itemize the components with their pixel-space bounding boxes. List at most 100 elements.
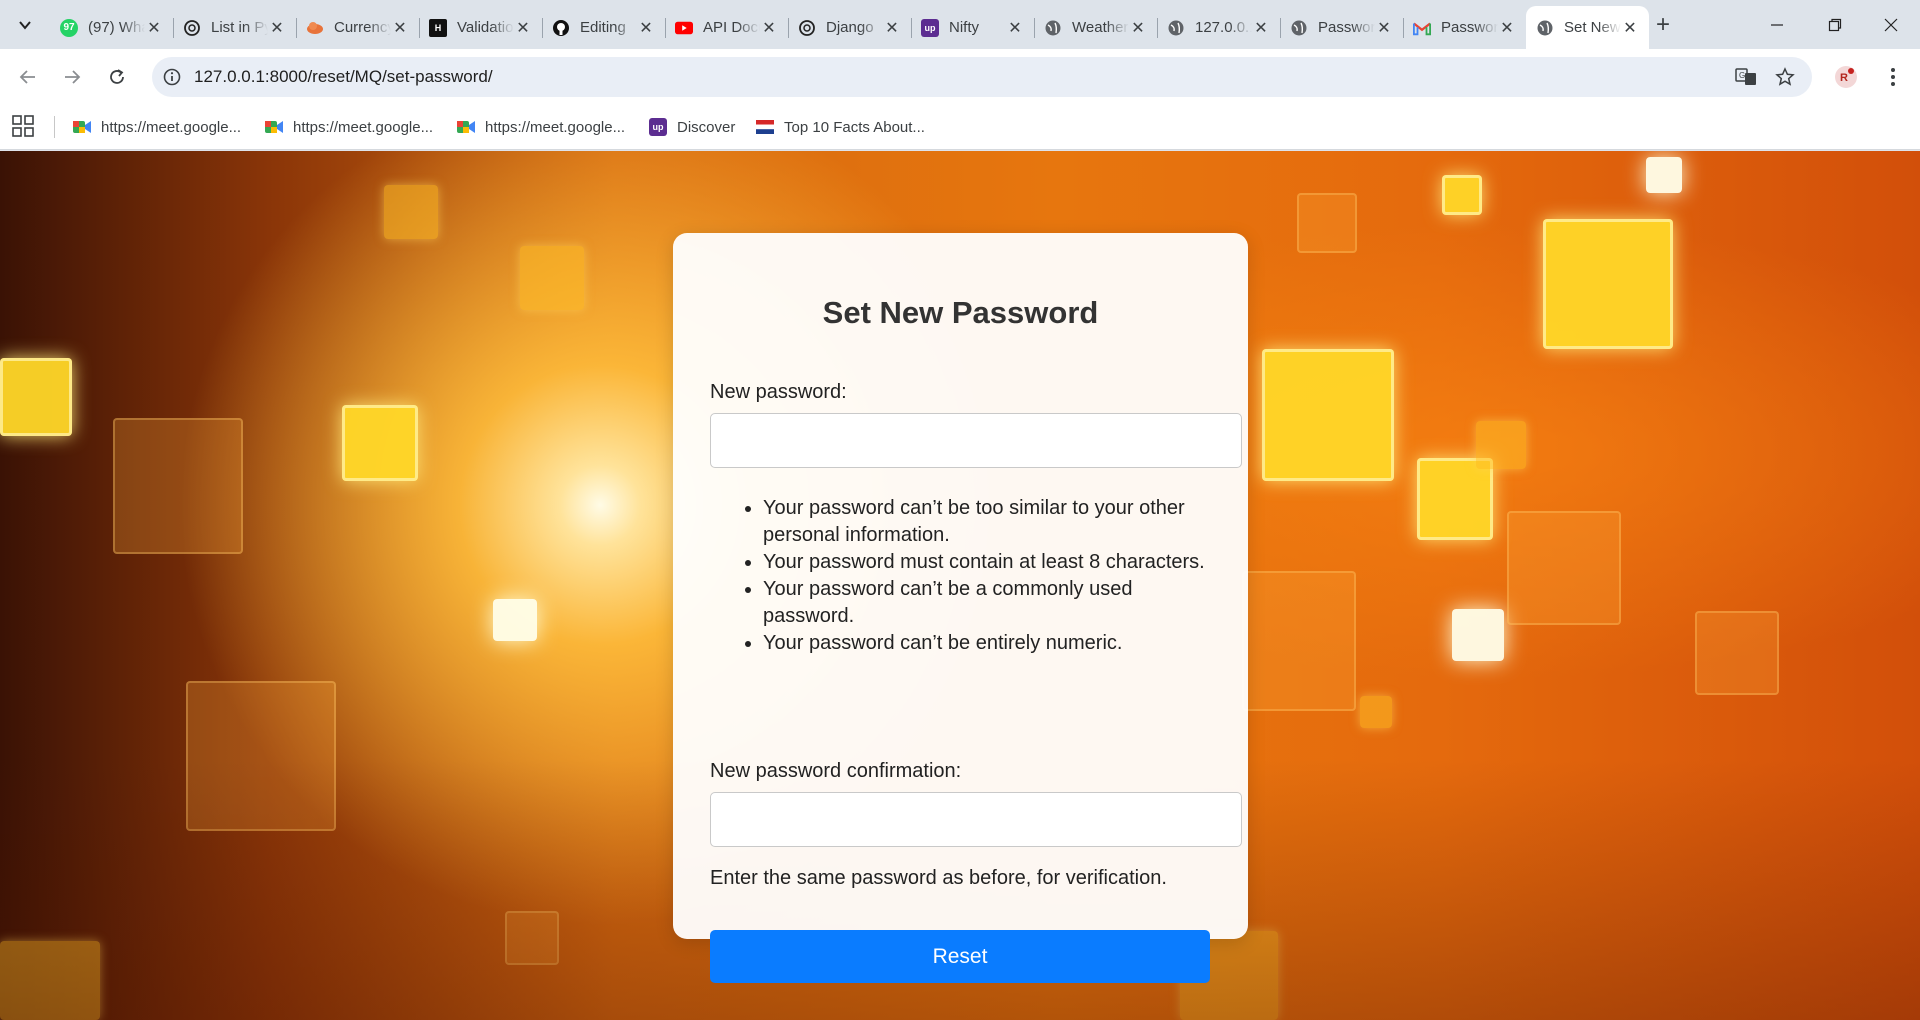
- browser-menu-button[interactable]: [1878, 62, 1908, 92]
- bookmark-label: https://meet.google...: [293, 118, 434, 136]
- bookmark-top-10-facts[interactable]: Top 10 Facts About...: [756, 114, 925, 140]
- tab-django[interactable]: Django ✕: [788, 9, 911, 46]
- tab-currency[interactable]: Currency ✕: [296, 9, 419, 46]
- avatar-icon: R: [1835, 66, 1857, 88]
- site-info-icon[interactable]: [152, 68, 192, 86]
- close-icon[interactable]: ✕: [145, 19, 163, 37]
- tab-strip: 97 (97) WhatsApp ✕ List in Python ✕ Curr…: [0, 0, 1920, 49]
- background-square: [1646, 157, 1682, 193]
- list-item: Your password can’t be entirely numeric.: [763, 630, 1221, 657]
- background-square: [1242, 571, 1356, 711]
- confirm-password-label: New password confirmation:: [710, 760, 962, 782]
- tab-whatsapp[interactable]: 97 (97) WhatsApp ✕: [50, 9, 173, 46]
- confirm-help-text: Enter the same password as before, for v…: [710, 867, 1167, 889]
- new-tab-button[interactable]: +: [1650, 11, 1676, 38]
- background-square: [1417, 458, 1493, 540]
- background-square: [113, 418, 243, 554]
- tab-search-button[interactable]: [10, 10, 40, 40]
- restore-button[interactable]: [1806, 0, 1864, 49]
- address-bar[interactable]: 127.0.0.1:8000/reset/MQ/set-password/: [152, 57, 1812, 97]
- set-password-card: Set New Password New password: Your pass…: [673, 233, 1248, 983]
- bookmark-label: https://meet.google...: [485, 118, 626, 136]
- tab-password-reset[interactable]: Password reset ✕: [1280, 9, 1403, 46]
- browser-toolbar: 127.0.0.1:8000/reset/MQ/set-password/ G …: [0, 49, 1920, 104]
- background-square: [1695, 611, 1779, 695]
- tab-localhost[interactable]: 127.0.0.1 ✕: [1157, 9, 1280, 46]
- translate-button[interactable]: G: [1731, 62, 1761, 92]
- arrow-left-icon: [19, 70, 35, 84]
- tab-set-new-password[interactable]: Set New Password ✕: [1526, 6, 1649, 49]
- tab-title: Password reset: [1441, 19, 1498, 36]
- hashnode-icon: H: [429, 18, 447, 37]
- close-icon[interactable]: ✕: [637, 19, 655, 37]
- tab-editing[interactable]: Editing ✕: [542, 9, 665, 46]
- confirm-password-input[interactable]: [710, 792, 1242, 847]
- restore-icon: [1828, 18, 1842, 31]
- tab-nifty[interactable]: up Nifty ✕: [911, 9, 1034, 46]
- bookmark-label: Discover: [677, 118, 736, 136]
- globe-icon: [1167, 19, 1185, 37]
- bookmark-discover[interactable]: up Discover: [649, 114, 735, 140]
- page-background: Set New Password New password: Your pass…: [0, 151, 1920, 1020]
- close-icon[interactable]: ✕: [1375, 19, 1393, 37]
- background-square: [384, 185, 438, 239]
- background-square: [1476, 421, 1526, 469]
- google-meet-icon: [73, 118, 91, 136]
- bookmarks-bar: https://meet.google... https://meet.goog…: [0, 104, 1920, 150]
- reset-button[interactable]: Reset: [710, 930, 1210, 983]
- tab-api-documentation[interactable]: API Documentation ✕: [665, 9, 788, 46]
- github-icon: [552, 19, 570, 37]
- close-icon[interactable]: ✕: [1252, 19, 1270, 37]
- new-password-input[interactable]: [710, 413, 1242, 468]
- tab-title: Currency: [334, 19, 391, 36]
- close-icon[interactable]: ✕: [514, 19, 532, 37]
- close-icon[interactable]: ✕: [760, 19, 778, 37]
- upwork-icon: up: [921, 18, 939, 37]
- tab-title: Password reset: [1318, 19, 1375, 36]
- background-square: [186, 681, 336, 831]
- google-meet-icon: [265, 118, 283, 136]
- close-icon[interactable]: ✕: [268, 19, 286, 37]
- close-icon[interactable]: ✕: [1621, 19, 1639, 37]
- tab-validation[interactable]: H Validation ✕: [419, 9, 542, 46]
- tab-gmail-password-reset[interactable]: Password reset ✕: [1403, 9, 1526, 46]
- close-icon[interactable]: ✕: [883, 19, 901, 37]
- tab-title: API Documentation: [703, 19, 760, 36]
- url-text[interactable]: 127.0.0.1:8000/reset/MQ/set-password/: [194, 67, 493, 87]
- tab-weather[interactable]: Weather ✕: [1034, 9, 1157, 46]
- password-help-list: Your password can’t be too similar to yo…: [721, 495, 1221, 657]
- bookmark-meet-3[interactable]: https://meet.google...: [457, 114, 625, 140]
- forward-button[interactable]: [56, 61, 88, 93]
- close-window-button[interactable]: [1862, 0, 1920, 49]
- profile-avatar[interactable]: R: [1831, 62, 1861, 92]
- gmail-icon: [1413, 19, 1431, 37]
- bookmark-meet-1[interactable]: https://meet.google...: [73, 114, 241, 140]
- tab-list-in-python[interactable]: List in Python ✕: [173, 9, 296, 46]
- close-icon[interactable]: ✕: [1006, 19, 1024, 37]
- background-square: [493, 599, 537, 641]
- tab-title: Weather: [1072, 19, 1129, 36]
- close-icon: [1884, 18, 1898, 31]
- reload-button[interactable]: [101, 61, 133, 93]
- close-icon[interactable]: ✕: [1498, 19, 1516, 37]
- minimize-button[interactable]: [1748, 0, 1806, 49]
- background-square: [1442, 175, 1482, 215]
- tab-title: (97) WhatsApp: [88, 19, 145, 36]
- google-meet-icon: [457, 118, 475, 136]
- apps-grid-icon[interactable]: [12, 115, 36, 139]
- close-icon[interactable]: ✕: [391, 19, 409, 37]
- bookmark-meet-2[interactable]: https://meet.google...: [265, 114, 433, 140]
- page-title: Set New Password: [822, 295, 1099, 330]
- background-square: [342, 405, 418, 481]
- new-password-label: New password:: [710, 381, 847, 403]
- background-square: [520, 246, 584, 310]
- back-button[interactable]: [12, 61, 44, 93]
- svg-text:R: R: [1840, 72, 1848, 84]
- bookmark-star-button[interactable]: [1770, 62, 1800, 92]
- tab-title: Nifty: [949, 19, 979, 36]
- tab-title: Django: [826, 19, 874, 36]
- background-square: [0, 941, 100, 1020]
- close-icon[interactable]: ✕: [1129, 19, 1147, 37]
- background-square: [0, 358, 72, 436]
- whatsapp-icon: 97: [60, 18, 78, 37]
